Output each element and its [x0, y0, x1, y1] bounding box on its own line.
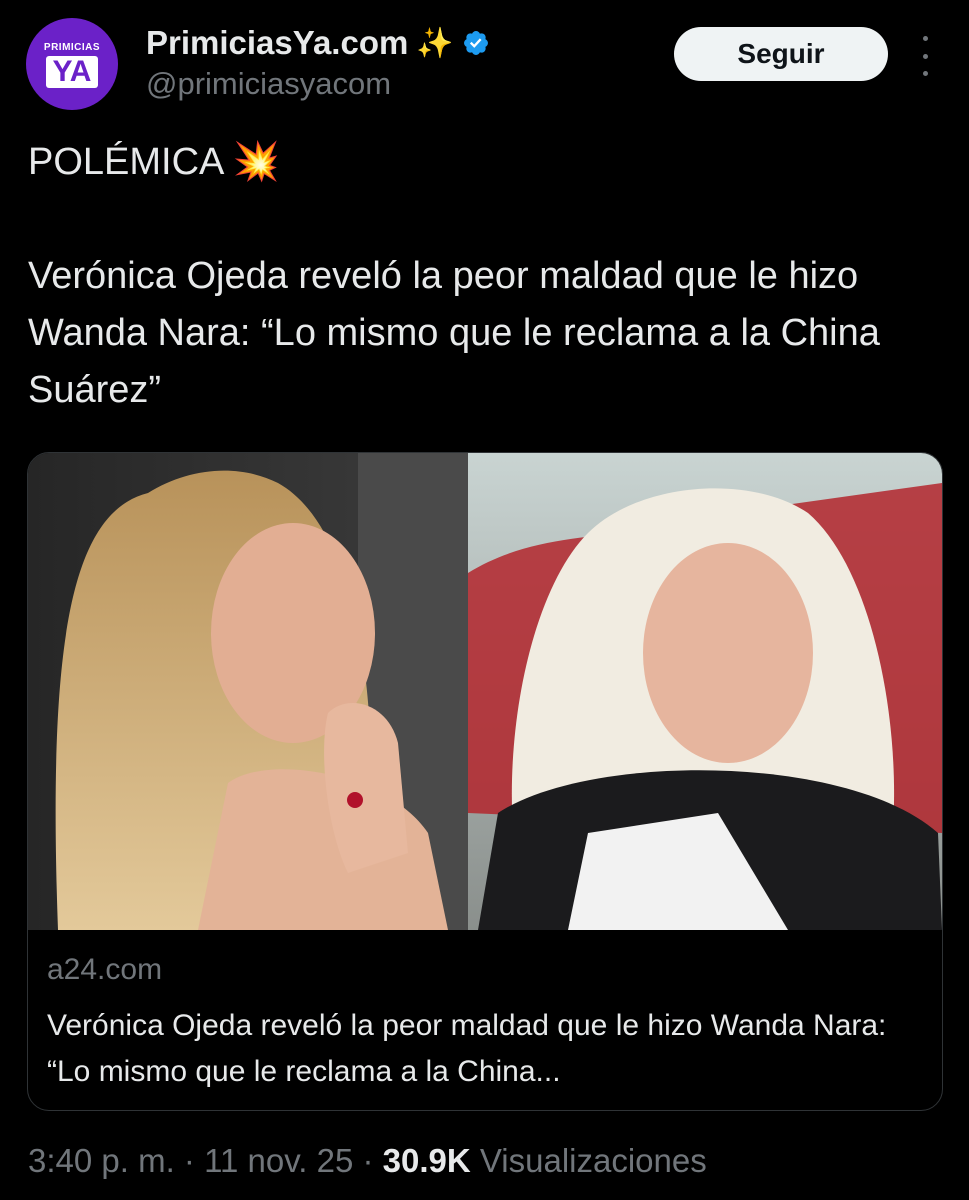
- tweet-time[interactable]: 3:40 p. m.: [28, 1142, 175, 1179]
- account-avatar[interactable]: PRIMICIAS YA: [26, 18, 118, 110]
- avatar-small-text: PRIMICIAS: [43, 42, 101, 53]
- account-name-row: PrimiciasYa.com ✨: [146, 24, 490, 62]
- verified-badge-icon: [463, 31, 488, 55]
- avatar-logo-text: YA: [45, 56, 99, 88]
- link-card[interactable]: a24.com Verónica Ojeda reveló la peor ma…: [27, 452, 943, 1111]
- views-count: 30.9K: [382, 1142, 471, 1179]
- sparkles-emoji: ✨: [416, 26, 454, 60]
- card-domain: a24.com: [47, 953, 163, 986]
- account-handle[interactable]: @primiciasyacom: [146, 66, 391, 102]
- card-title: Verónica Ojeda reveló la peor maldad que…: [47, 1009, 887, 1088]
- more-options-icon[interactable]: [910, 36, 940, 76]
- meta-separator: ·: [174, 1142, 205, 1179]
- tweet-body: Verónica Ojeda reveló la peor maldad que…: [28, 255, 880, 411]
- tweet-date[interactable]: 11 nov. 25: [204, 1142, 353, 1179]
- tweet-headline: POLÉMICA 💥: [28, 141, 281, 183]
- tweet-text: POLÉMICA 💥 Verónica Ojeda reveló la peor…: [28, 134, 943, 419]
- account-name[interactable]: PrimiciasYa.com: [146, 24, 408, 62]
- views-label: Visualizaciones: [470, 1142, 707, 1179]
- card-image[interactable]: [28, 453, 942, 930]
- follow-button[interactable]: Seguir: [674, 27, 888, 81]
- meta-separator: ·: [353, 1142, 383, 1179]
- tweet-meta: 3:40 p. m. · 11 nov. 25 · 30.9K Visualiz…: [28, 1142, 707, 1180]
